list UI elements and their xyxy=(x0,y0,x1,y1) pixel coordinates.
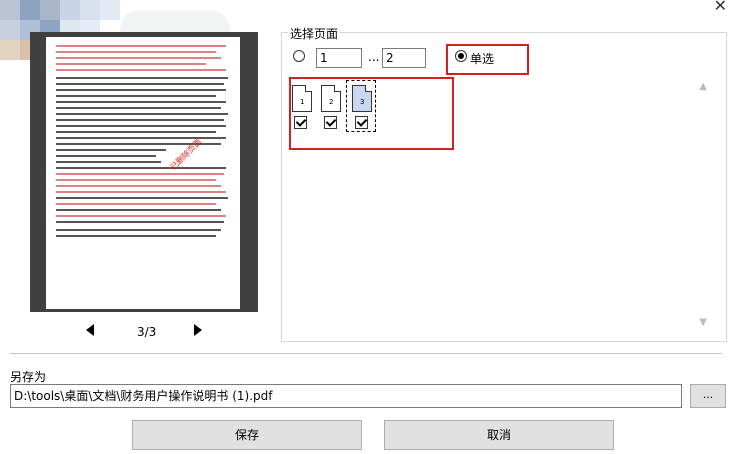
page-preview: 已删除页面 xyxy=(30,32,258,312)
close-icon[interactable]: ✕ xyxy=(714,0,727,15)
scroll-up-icon[interactable]: ▲ xyxy=(699,81,707,92)
save-path-input[interactable]: D:\tools\桌面\文档\财务用户操作说明书 (1).pdf xyxy=(10,384,682,408)
range-to-input[interactable]: 2 xyxy=(382,48,426,68)
page-1-checkbox[interactable] xyxy=(294,116,307,129)
page-thumbnail-2[interactable]: 2 xyxy=(321,85,341,112)
single-select-label: 单选 xyxy=(470,52,495,66)
page-thumbnail-1[interactable]: 1 xyxy=(292,85,312,112)
single-select-radio[interactable] xyxy=(455,50,467,62)
page-3-checkbox[interactable] xyxy=(355,116,368,129)
page-indicator: 3/3 xyxy=(137,325,157,339)
range-from-input[interactable]: 1 xyxy=(316,48,362,68)
scroll-down-icon[interactable]: ▼ xyxy=(699,317,707,328)
next-page-button[interactable] xyxy=(194,324,202,336)
page-thumbnail-3[interactable]: 3 xyxy=(352,85,372,112)
range-separator: ... xyxy=(368,50,380,64)
cancel-button[interactable]: 取消 xyxy=(384,420,614,450)
save-button[interactable]: 保存 xyxy=(132,420,362,450)
page-select-title: 选择页面 xyxy=(288,25,341,42)
save-as-label: 另存为 xyxy=(10,370,47,384)
range-radio[interactable] xyxy=(293,50,305,62)
page-2-checkbox[interactable] xyxy=(324,116,337,129)
prev-page-button[interactable] xyxy=(86,324,94,336)
preview-page: 已删除页面 xyxy=(46,37,240,309)
divider xyxy=(10,353,722,354)
browse-button[interactable]: ... xyxy=(690,384,726,408)
